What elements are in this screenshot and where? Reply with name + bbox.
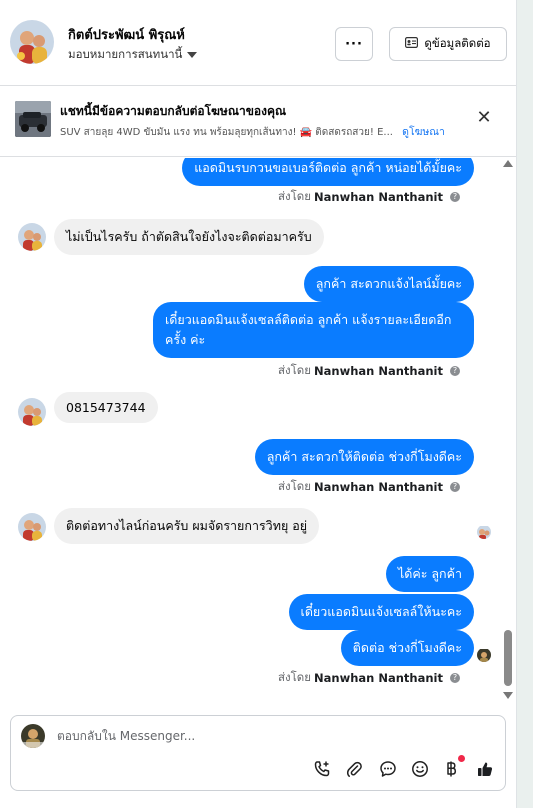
attachment-icon[interactable]: [343, 758, 365, 780]
conversation-header: กิตต์ประพัฒน์ พิรุณห์ มอบหมายการสนทนานี้…: [0, 0, 516, 86]
message-list: แอดมินรบกวนขอเบอร์ติดต่อ ลูกค้า หน่อยได้…: [0, 158, 516, 706]
sent-by-prefix: ส่งโดย: [277, 670, 312, 684]
contact-name: กิตต์ประพัฒน์ พิรุณห์: [68, 28, 185, 43]
message-outgoing: แอดมินรบกวนขอเบอร์ติดต่อ ลูกค้า หน่อยได้…: [182, 158, 474, 186]
ad-description: SUV สายลุย 4WD ขับมัน แรง ทน พร้อมลุยทุก…: [60, 127, 393, 138]
assign-label: มอบหมายการสนทนานี้: [68, 47, 183, 61]
ad-thumbnail[interactable]: [15, 101, 51, 137]
thumbs-up-icon[interactable]: [474, 758, 496, 780]
sent-by-label: ส่งโดย Nanwhan Nanthanit ?: [278, 478, 460, 496]
assign-conversation-dropdown[interactable]: มอบหมายการสนทนานี้: [68, 46, 198, 64]
add-call-icon[interactable]: [311, 758, 333, 780]
message-outgoing: ติดต่อ ช่วงกี่โมงดีคะ: [340, 630, 474, 666]
more-icon: ···: [345, 36, 363, 52]
view-ad-link[interactable]: ดูโฆษณา: [402, 126, 445, 138]
reply-composer: [10, 715, 506, 791]
scroll-down-arrow[interactable]: [503, 692, 513, 699]
message-outgoing: ได้ค่ะ ลูกค้า: [385, 556, 474, 592]
scroll-up-arrow[interactable]: [503, 160, 513, 167]
contact-avatar[interactable]: [10, 20, 54, 64]
view-contact-button[interactable]: ดูข้อมูลติดต่อ: [389, 27, 507, 61]
sent-by-prefix: ส่งโดย: [277, 479, 312, 493]
info-icon[interactable]: ?: [450, 673, 460, 683]
message-outgoing: เดี๋ยวแอดมินแจ้งเซลล์ติดต่อ ลูกค้า แจ้งร…: [153, 302, 474, 358]
info-icon[interactable]: ?: [450, 366, 460, 376]
ad-banner-subtitle: SUV สายลุย 4WD ขับมัน แรง ทน พร้อมลุยทุก…: [60, 123, 445, 140]
sender-name: Nanwhan Nanthanit: [314, 671, 443, 685]
page-avatar: [21, 724, 45, 748]
message-incoming: ติดต่อทางไลน์ก่อนครับ ผมจัดรายการวิทยุ อ…: [54, 508, 320, 544]
contact-avatar-small: [18, 513, 46, 541]
sender-name: Nanwhan Nanthanit: [314, 480, 443, 494]
sent-by-label: ส่งโดย Nanwhan Nanthanit ?: [278, 188, 460, 206]
chevron-down-icon: [187, 52, 198, 58]
seen-avatar: [477, 525, 491, 539]
notification-dot: [458, 755, 465, 762]
contact-avatar-small: [18, 223, 46, 251]
ad-reply-banner: แชทนี้มีข้อความตอบกลับต่อโฆษณาของคุณ SUV…: [0, 87, 516, 157]
sent-by-label: ส่งโดย Nanwhan Nanthanit ?: [278, 669, 460, 687]
message-outgoing: ลูกค้า สะดวกแจ้งไลน์มั้ยคะ: [303, 266, 474, 302]
contact-card-icon: [405, 37, 419, 51]
message-outgoing: เดี๋ยวแอดมินแจ้งเซลล์ให้นะคะ: [288, 594, 474, 630]
seen-avatar: [477, 648, 491, 662]
message-outgoing: ลูกค้า สะดวกให้ติดต่อ ช่วงกี่โมงดีคะ: [254, 439, 474, 475]
page-edge: [516, 0, 533, 808]
more-options-button[interactable]: ···: [335, 27, 373, 61]
sent-by-label: ส่งโดย Nanwhan Nanthanit ?: [278, 362, 460, 380]
sender-name: Nanwhan Nanthanit: [314, 364, 443, 378]
chat-bubble-icon[interactable]: [377, 758, 399, 780]
view-contact-label: ดูข้อมูลติดต่อ: [424, 36, 491, 50]
close-icon[interactable]: ✕: [474, 108, 494, 128]
contact-avatar-small: [18, 398, 46, 426]
conversation-panel: กิตต์ประพัฒน์ พิรุณห์ มอบหมายการสนทนานี้…: [0, 0, 516, 808]
sent-by-prefix: ส่งโดย: [277, 189, 312, 203]
info-icon[interactable]: ?: [450, 482, 460, 492]
scrollbar-thumb[interactable]: [504, 630, 512, 686]
message-incoming: 0815473744: [54, 392, 158, 423]
emoji-icon[interactable]: [409, 758, 431, 780]
message-incoming: ไม่เป็นไรครับ ถ้าตัดสินใจยังไงจะติดต่อมา…: [54, 219, 324, 255]
info-icon[interactable]: ?: [450, 192, 460, 202]
ad-banner-title: แชทนี้มีข้อความตอบกลับต่อโฆษณาของคุณ: [60, 104, 287, 118]
sent-by-prefix: ส่งโดย: [277, 363, 312, 377]
message-input[interactable]: [57, 726, 477, 746]
sender-name: Nanwhan Nanthanit: [314, 190, 443, 204]
